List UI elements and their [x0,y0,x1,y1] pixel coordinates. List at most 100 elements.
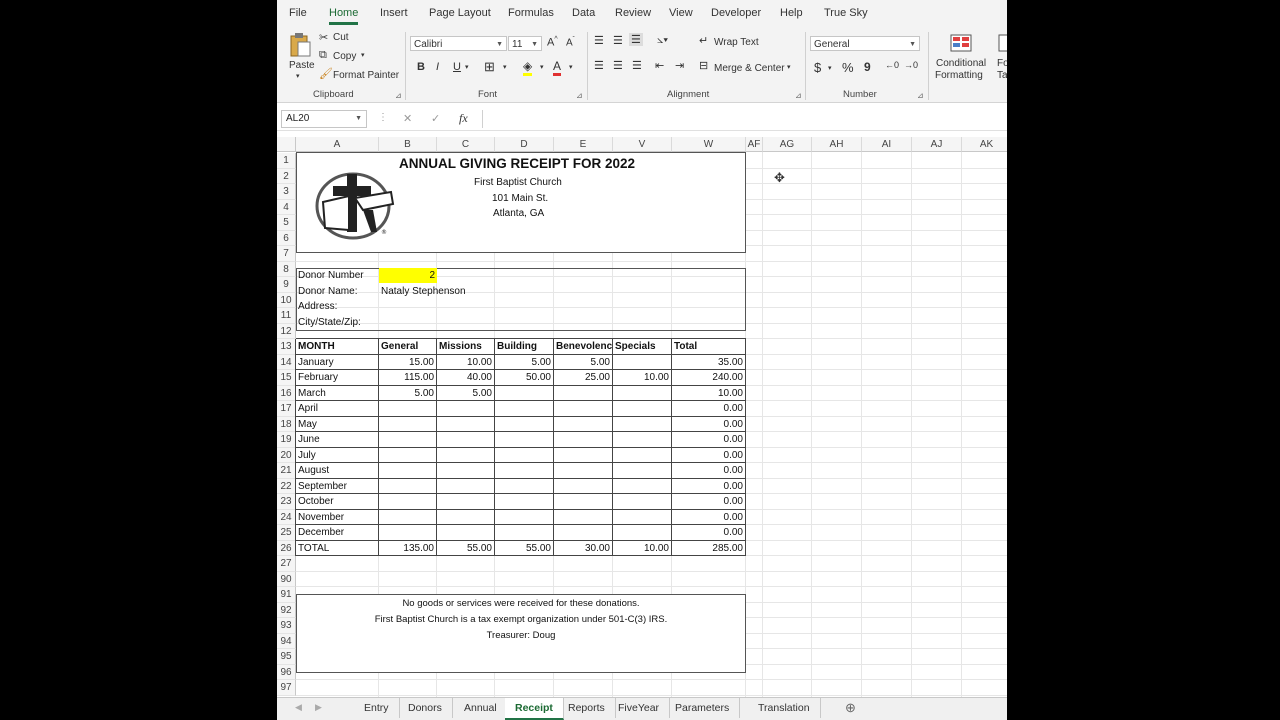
select-all-corner[interactable] [277,137,296,152]
amount-cell[interactable]: 0.00 [673,527,743,538]
sheet-tab-fiveyear[interactable]: FiveYear [608,698,671,718]
insert-function-icon[interactable]: fx [459,111,468,126]
sheet-tab-donors[interactable]: Donors [398,698,453,718]
column-header-w[interactable]: W [672,137,746,152]
row-header-3[interactable]: 3 [277,184,296,200]
increase-decimal-icon[interactable]: ←0 [885,60,899,70]
amount-cell[interactable]: 35.00 [673,357,743,368]
increase-indent-icon[interactable]: ⇥ [675,59,684,72]
row-header-21[interactable]: 21 [277,463,296,479]
row-header-13[interactable]: 13 [277,339,296,355]
row-header-19[interactable]: 19 [277,432,296,448]
copy-dropdown-icon[interactable]: ▾ [361,51,365,59]
column-header-e[interactable]: E [554,137,613,152]
amount-cell[interactable]: 0.00 [673,512,743,523]
fill-color-icon[interactable]: ◈ [523,59,533,76]
row-header-6[interactable]: 6 [277,230,296,246]
row-header-7[interactable]: 7 [277,246,296,262]
amount-cell[interactable]: 240.00 [673,372,743,383]
chevron-down-icon[interactable]: ▾ [540,63,544,71]
add-sheet-icon[interactable]: ⊕ [845,700,856,716]
increase-font-icon[interactable]: A^ [547,36,558,49]
align-left-icon[interactable]: ☰ [594,59,604,72]
row-header-92[interactable]: 92 [277,602,296,618]
clipboard-launcher-icon[interactable]: ⊿ [395,91,402,100]
row-header-96[interactable]: 96 [277,664,296,680]
total-cell[interactable]: 55.00 [438,543,492,554]
amount-cell[interactable]: 5.00 [496,357,551,368]
amount-cell[interactable]: 0.00 [673,403,743,414]
row-header-16[interactable]: 16 [277,385,296,401]
sheet-tab-entry[interactable]: Entry [354,698,400,718]
font-launcher-icon[interactable]: ⊿ [576,91,583,100]
tab-true-sky[interactable]: True Sky [824,7,868,19]
sheet-tab-parameters[interactable]: Parameters [665,698,741,718]
sheet-tab-annual[interactable]: Annual [454,698,508,718]
percent-button[interactable]: % [842,60,854,75]
wrap-text-icon[interactable]: ↵ [699,34,708,47]
row-header-1[interactable]: 1 [277,153,296,169]
worksheet-grid[interactable]: A B C D E V W AF AG AH AI AJ AK 1 2 3 4 5 6 7 8 9 10 11 12 13 14 1… [277,137,1007,697]
align-center-icon[interactable]: ☰ [613,59,623,72]
total-cell[interactable]: 285.00 [673,543,743,554]
amount-cell[interactable]: 15.00 [380,357,434,368]
copy-icon[interactable]: ⧉ [319,49,327,62]
font-size-combo[interactable]: 11 ▼ [508,36,542,51]
merge-center-button[interactable]: Merge & Center [714,63,785,74]
tab-developer[interactable]: Developer [711,7,761,19]
chevron-down-icon[interactable]: ▾ [465,63,469,71]
total-cell[interactable]: 10.00 [614,543,669,554]
row-header-20[interactable]: 20 [277,447,296,463]
row-header-94[interactable]: 94 [277,633,296,649]
enter-icon[interactable]: ✓ [431,112,440,125]
row-header-93[interactable]: 93 [277,618,296,634]
amount-cell[interactable]: 5.00 [380,388,434,399]
name-box[interactable]: AL20 ▼ [281,110,367,128]
format-as-table-button[interactable]: For Ta [992,32,1007,86]
row-header-15[interactable]: 15 [277,370,296,386]
row-header-90[interactable]: 90 [277,571,296,587]
sheet-tab-translation[interactable]: Translation [748,698,821,718]
donor-name-value[interactable]: Nataly Stephenson [381,286,466,297]
chevron-down-icon[interactable]: ▾ [569,63,573,71]
amount-cell[interactable]: 0.00 [673,434,743,445]
row-header-17[interactable]: 17 [277,401,296,417]
cancel-icon[interactable]: ✕ [403,112,412,125]
align-top-icon[interactable]: ☰ [594,34,604,47]
amount-cell[interactable]: 25.00 [555,372,610,383]
total-cell[interactable]: 135.00 [380,543,434,554]
amount-cell[interactable]: 50.00 [496,372,551,383]
align-right-icon[interactable]: ☰ [632,59,642,72]
tab-file[interactable]: File [289,7,307,19]
tab-home[interactable]: Home [329,7,359,25]
font-color-icon[interactable]: A [553,59,562,76]
orientation-icon[interactable]: ⦣▾ [657,34,668,47]
row-header-26[interactable]: 26 [277,540,296,556]
column-header-ah[interactable]: AH [812,137,862,152]
amount-cell[interactable]: 115.00 [380,372,434,383]
column-header-ag[interactable]: AG [763,137,812,152]
tab-help[interactable]: Help [780,7,803,19]
row-header-10[interactable]: 10 [277,292,296,308]
column-header-a[interactable]: A [296,137,379,152]
amount-cell[interactable]: 0.00 [673,450,743,461]
tab-formulas[interactable]: Formulas [508,7,554,19]
tab-insert[interactable]: Insert [380,7,408,19]
cut-icon[interactable]: ✂ [319,31,328,44]
merge-center-icon[interactable]: ⊟ [699,59,708,72]
underline-button[interactable]: U [453,61,461,73]
number-format-combo[interactable]: General ▼ [810,36,920,51]
borders-icon[interactable]: ⊞ [484,59,495,75]
row-header-24[interactable]: 24 [277,509,296,525]
row-header-8[interactable]: 8 [277,261,296,277]
wrap-text-button[interactable]: Wrap Text [714,37,759,48]
format-painter-button[interactable]: Format Painter [333,70,399,81]
row-header-91[interactable]: 91 [277,587,296,603]
decrease-indent-icon[interactable]: ⇤ [655,59,664,72]
amount-cell[interactable]: 10.00 [438,357,492,368]
row-header-95[interactable]: 95 [277,649,296,665]
number-launcher-icon[interactable]: ⊿ [917,91,924,100]
format-painter-icon[interactable]: 🖌 [319,67,333,80]
row-header-14[interactable]: 14 [277,354,296,370]
alignment-launcher-icon[interactable]: ⊿ [795,91,802,100]
